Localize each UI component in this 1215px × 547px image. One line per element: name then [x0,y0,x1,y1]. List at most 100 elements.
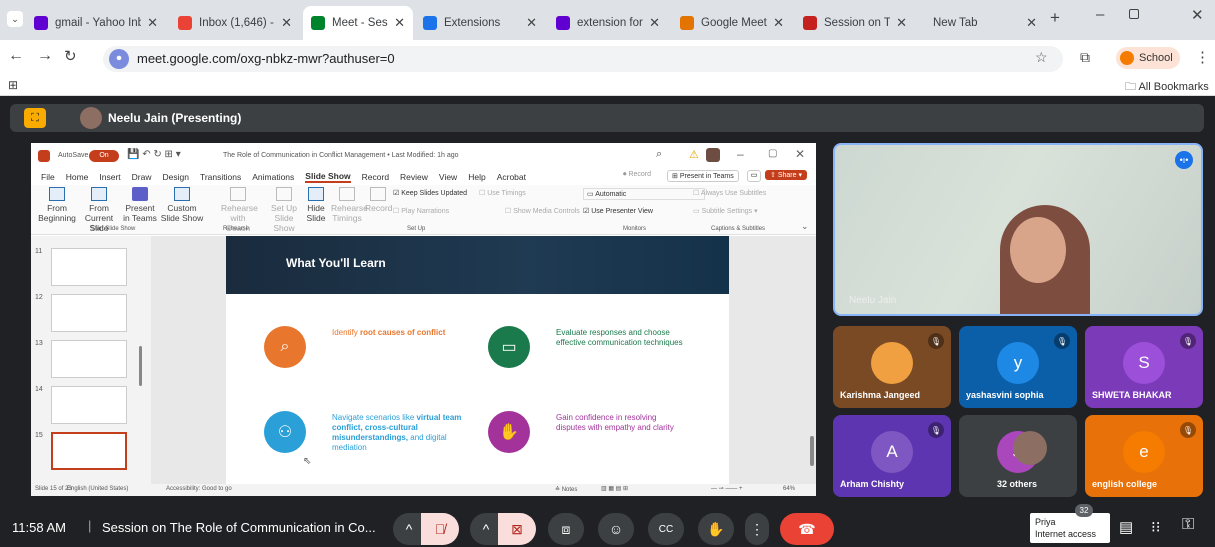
browser-tab[interactable]: gmail - Yahoo Inb ✕ [26,6,166,40]
browser-tab[interactable]: Session on The ✕ [795,6,915,40]
close-tab-icon[interactable]: ✕ [147,15,158,31]
collapse-ribbon-icon[interactable]: ⌄ [801,221,809,232]
slide-thumbnail[interactable] [51,432,127,470]
ribbon-tab[interactable]: File [41,172,55,182]
slide-thumbnail[interactable] [51,294,127,332]
back-button[interactable]: ← [8,47,24,65]
notes-button[interactable]: ≙ Notes [555,486,577,493]
activities-icon[interactable]: ⁝⁝ [1151,518,1161,536]
browser-tab[interactable]: Google Meet At ✕ [672,6,792,40]
leave-call-button[interactable]: ☎ [780,513,834,545]
ribbon-tab[interactable]: Insert [99,172,120,182]
slide-thumbnail[interactable] [51,248,127,286]
autosave-toggle[interactable]: On [89,150,119,162]
thumbnail-scrollbar[interactable] [139,346,142,386]
from-beginning-button[interactable]: From Beginning [37,187,77,223]
presenter-view-checkbox[interactable]: ☑ Use Presenter View [583,207,653,215]
mic-off-button[interactable]: 🎙̸ [421,513,459,545]
profile-button[interactable]: School [1116,47,1180,69]
stop-presenting-icon[interactable]: ⛶ [24,108,46,128]
close-tab-icon[interactable]: ✕ [394,15,405,31]
slide-thumbnail[interactable] [51,386,127,424]
ribbon-tab[interactable]: Acrobat [497,172,526,182]
close-tab-icon[interactable]: ✕ [526,15,537,31]
forward-button[interactable]: → [37,47,53,65]
minimize-icon[interactable]: – [737,147,744,161]
restore-icon[interactable]: ▢ [768,148,777,159]
participant-tile[interactable]: 🎙 e english college [1085,415,1203,497]
participant-tile[interactable]: 🎙 y yashasvini sophia [959,326,1077,408]
show-media-checkbox[interactable]: ☐ Show Media Controls [505,207,580,215]
setup-slideshow-button[interactable]: Set Up Slide Show [267,187,301,233]
rehearse-timings-button[interactable]: Rehearse Timings [331,187,368,223]
ribbon-tab[interactable]: Home [66,172,89,182]
restore-button[interactable] [1129,9,1139,19]
monitor-dropdown[interactable]: ▭ Automatic [583,188,705,200]
ribbon-tab[interactable]: Record [362,172,389,182]
close-window-button[interactable]: ✕ [1191,6,1204,24]
record-button[interactable]: ⏺ Record [623,171,651,179]
ribbon-tab[interactable]: Transitions [200,172,241,182]
ribbon-tab[interactable]: Animations [252,172,294,182]
participant-tile[interactable]: 🎙 Karishma Jangeed [833,326,951,408]
keep-updated-checkbox[interactable]: ☑ Keep Slides Updated [393,189,467,197]
accessibility-status[interactable]: Accessibility: Good to go [166,486,232,492]
browser-tab[interactable]: New Tab ✕ [925,6,1045,40]
use-timings-checkbox[interactable]: ☐ Use Timings [479,189,526,197]
present-button[interactable]: ⧈ [548,513,584,545]
record-ribbon-button[interactable]: Record [365,187,392,213]
ribbon-tab[interactable]: Review [400,172,428,182]
always-subtitles-checkbox[interactable]: ☐ Always Use Subtitles [693,189,766,197]
site-info-icon[interactable]: ⏺ [109,49,129,69]
bookmark-star-icon[interactable]: ☆ [1035,49,1048,66]
minimize-button[interactable]: – [1096,6,1104,23]
reload-button[interactable]: ↻ [64,47,77,65]
participant-tile[interactable]: 🎙 A Arham Chishty [833,415,951,497]
participant-tile[interactable]: 🎙 S SHWETA BHAKAR [1085,326,1203,408]
play-narrations-checkbox[interactable]: ☐ Play Narrations [393,207,449,215]
host-controls-icon[interactable]: ⚿ [1182,516,1194,534]
tab-search-button[interactable]: ⌄ [7,11,23,27]
all-bookmarks-folder[interactable]: 🗀 All Bookmarks [1125,78,1209,97]
ribbon-tab[interactable]: View [439,172,457,182]
hide-slide-button[interactable]: Hide Slide [303,187,329,223]
ribbon-tab[interactable]: Draw [132,172,152,182]
custom-show-button[interactable]: Custom Slide Show [159,187,205,223]
browser-tab[interactable]: Extensions ✕ [415,6,545,40]
reactions-button[interactable]: ☺ [598,513,634,545]
subtitle-settings-button[interactable]: ▭ Subtitle Settings ▾ [693,207,758,215]
close-tab-icon[interactable]: ✕ [281,15,292,31]
browser-tab[interactable]: extension for re ✕ [548,6,668,40]
speaker-tile[interactable]: •ı• Neelu Jain [833,143,1203,316]
ribbon-tab[interactable]: Slide Show [305,171,351,183]
close-tab-icon[interactable]: ✕ [773,15,784,31]
captions-button[interactable]: CC [648,513,684,545]
chat-icon[interactable]: ▤ [1119,518,1133,536]
browser-tab[interactable]: Meet - Sessi ✕ [303,6,413,40]
participant-tile[interactable]: S32 others [959,415,1077,497]
present-teams-ribbon-button[interactable]: Present in Teams [123,187,157,223]
close-tab-icon[interactable]: ✕ [896,15,907,31]
ribbon-tab[interactable]: Help [468,172,485,182]
browser-tab[interactable]: Inbox (1,646) - e ✕ [170,6,300,40]
share-button[interactable]: ⇧ Share ▾ [765,170,807,180]
ribbon-tab[interactable]: Design [163,172,189,182]
view-buttons[interactable]: ▥ ▦ ▤ ⊞ [601,485,628,492]
slide-scrollbar[interactable] [810,436,814,466]
zoom-slider[interactable]: — ⊸ —— + [711,485,743,492]
present-in-teams-button[interactable]: ⊞ Present in Teams [667,170,739,182]
browser-menu-icon[interactable]: ⋮ [1195,48,1210,66]
comments-button[interactable]: ▭ [747,170,761,182]
close-tab-icon[interactable]: ✕ [649,15,660,31]
address-bar[interactable]: ⏺ meet.google.com/oxg-nbkz-mwr?authuser=… [103,46,1063,72]
raise-hand-button[interactable]: ✋ [698,513,734,545]
close-icon[interactable]: ✕ [795,147,805,161]
extensions-icon[interactable]: ⧉ [1080,49,1090,66]
apps-icon[interactable]: ⊞ [8,78,18,92]
close-tab-icon[interactable]: ✕ [1026,15,1037,31]
slide-thumbnail[interactable] [51,340,127,378]
camera-off-button[interactable]: ⊠ [498,513,536,545]
search-icon[interactable]: ⌕ [656,148,662,161]
more-options-button[interactable]: ⋮ [745,513,769,545]
new-tab-button[interactable]: + [1050,8,1060,28]
